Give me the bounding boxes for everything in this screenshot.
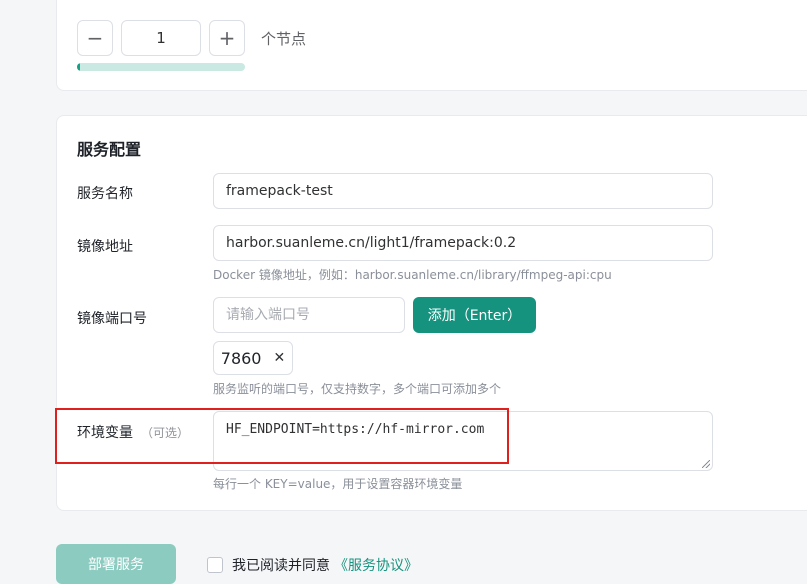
service-name-label: 服务名称 — [77, 186, 133, 202]
agreement-row: 我已阅读并同意 《服务协议》 — [207, 555, 418, 575]
port-tag: 7860 ✕ — [213, 341, 293, 375]
node-progress-bar — [77, 63, 245, 71]
env-vars-label: 环境变量 （可选） — [77, 422, 189, 442]
env-vars-value: HF_ENDPOINT=https://hf-mirror.com — [226, 422, 485, 437]
resize-handle-icon[interactable] — [702, 460, 710, 468]
node-unit-label: 个节点 — [261, 29, 307, 48]
image-port-hint: 服务监听的端口号，仅支持数字，多个端口可添加多个 — [213, 382, 502, 396]
section-title: 服务配置 — [77, 140, 142, 159]
port-input[interactable] — [213, 297, 405, 333]
agreement-link[interactable]: 《服务协议》 — [334, 555, 418, 575]
env-vars-optional-label: （可选） — [141, 426, 190, 440]
image-address-hint: Docker 镜像地址，例如：harbor.suanleme.cn/librar… — [213, 268, 612, 282]
image-address-input[interactable]: harbor.suanleme.cn/light1/framepack:0.2 — [213, 225, 713, 261]
env-vars-hint: 每行一个 KEY=value，用于设置容器环境变量 — [213, 477, 463, 491]
image-address-label: 镜像地址 — [77, 239, 133, 255]
increment-button[interactable]: + — [209, 20, 245, 56]
agree-checkbox[interactable] — [207, 557, 223, 573]
add-port-button[interactable]: 添加（Enter） — [413, 297, 536, 333]
image-port-label: 镜像端口号 — [77, 311, 147, 327]
decrement-button[interactable]: − — [77, 20, 113, 56]
page: − 1 + 个节点 服务配置 服务名称 framepack-test 镜像地址 … — [0, 0, 807, 584]
agree-text: 我已阅读并同意 — [232, 558, 330, 574]
service-name-input[interactable]: framepack-test — [213, 173, 713, 209]
node-stepper: − 1 + 个节点 — [77, 20, 306, 56]
deploy-button[interactable]: 部署服务 — [56, 544, 176, 584]
node-count-card: − 1 + 个节点 — [56, 0, 807, 91]
env-vars-label-text: 环境变量 — [77, 425, 133, 441]
port-tag-value: 7860 — [220, 348, 262, 368]
node-count-input[interactable]: 1 — [121, 20, 201, 56]
close-icon[interactable]: ✕ — [273, 350, 285, 366]
env-vars-textarea[interactable]: HF_ENDPOINT=https://hf-mirror.com — [213, 411, 713, 471]
node-progress-fill — [77, 63, 81, 71]
service-config-card: 服务配置 服务名称 framepack-test 镜像地址 harbor.sua… — [56, 115, 807, 511]
